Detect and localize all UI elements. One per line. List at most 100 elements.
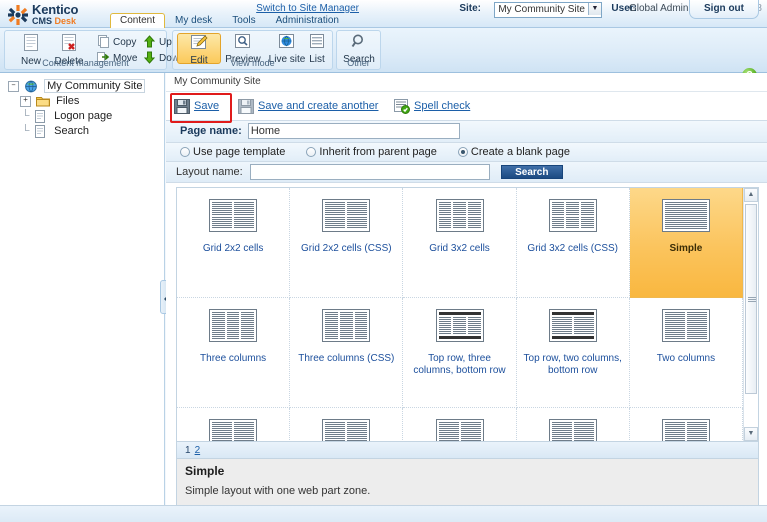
layout-item-label: Top row, two columns, bottom row (523, 353, 622, 376)
layout-thumbnail-simple (661, 199, 710, 232)
tree-node-label[interactable]: Files (56, 95, 79, 107)
tree-node-label[interactable]: My Community Site (44, 79, 146, 93)
tree-node-label[interactable]: Logon page (54, 110, 112, 122)
layout-item-three-columns-css[interactable]: Three columns (CSS) (290, 298, 404, 408)
pager-page-2[interactable]: 2 (195, 445, 201, 456)
layout-item-label: Grid 2x2 cells (202, 243, 264, 254)
ribbon-copy-label: Copy (113, 37, 137, 48)
chevron-down-icon[interactable]: ▼ (588, 3, 601, 15)
tree-node-logon-page[interactable]: └ Logon page (6, 109, 164, 124)
layout-item-partial[interactable] (290, 408, 404, 441)
page-name-row: Page name: (166, 121, 767, 143)
footer-strip (0, 505, 767, 522)
layout-description-panel: Simple Simple layout with one web part z… (176, 459, 759, 508)
scrollbar-grip-icon (748, 297, 756, 302)
tab-content[interactable]: Content (110, 13, 166, 29)
layout-item-label: Top row, three columns, bottom row (413, 353, 506, 376)
layout-search-row: Layout name: Search (166, 162, 767, 183)
content-tree: – My Community Site + Files └ Logon page (0, 73, 164, 139)
layout-item-partial[interactable] (630, 408, 743, 441)
tab-administration[interactable]: Administration (266, 13, 349, 29)
layout-grid-row (177, 408, 743, 441)
layout-grid-row: Three columns Three columns (CSS) Top ro… (177, 298, 743, 408)
ribbon-copy-button[interactable]: Copy (97, 35, 136, 48)
layout-grid-row: Grid 2x2 cells Grid 2x2 cells (CSS) Grid… (177, 188, 743, 298)
site-select[interactable]: My Community Site ▼ (494, 2, 602, 18)
scroll-up-icon[interactable]: ▲ (744, 188, 758, 202)
tree-node-search[interactable]: └ Search (6, 124, 164, 139)
layout-item-grid-3x2-cells[interactable]: Grid 3x2 cells (403, 188, 517, 298)
layout-thumbnail-three-col (209, 309, 258, 342)
save-and-create-another-button[interactable]: Save and create another (238, 97, 378, 115)
tab-my-desk[interactable]: My desk (165, 13, 222, 29)
tree-node-label[interactable]: Search (54, 125, 89, 137)
layout-description-text: Simple layout with one web part zone. (185, 485, 371, 497)
layout-item-top-two-bottom[interactable]: Top row, two columns, bottom row (516, 298, 630, 408)
tree-line-icon: └ (21, 110, 30, 123)
page-icon (34, 110, 48, 123)
page-name-input[interactable] (247, 123, 460, 140)
pager-page-1: 1 (185, 445, 191, 456)
globe-icon (24, 80, 38, 93)
layout-grid: Grid 2x2 cells Grid 2x2 cells (CSS) Grid… (176, 187, 759, 442)
radio-create-blank-page[interactable] (457, 147, 468, 158)
tree-node-my-community-site[interactable]: – My Community Site (6, 79, 164, 94)
save-button[interactable]: Save (174, 97, 219, 115)
layout-name-input[interactable] (249, 164, 490, 181)
layout-grid-scrollbar[interactable]: ▲ ▼ (743, 188, 758, 441)
ribbon-up-button[interactable]: Up (143, 35, 172, 48)
ribbon-group-other: Search Other (336, 30, 381, 70)
sign-out-button[interactable]: Sign out (689, 0, 759, 19)
page-icon (34, 125, 48, 138)
layout-description-title: Simple (185, 464, 225, 478)
layout-item-partial[interactable] (177, 408, 291, 441)
spell-check-button[interactable]: Spell check (394, 97, 470, 115)
layout-item-label: Grid 2x2 cells (CSS) (301, 243, 392, 254)
tab-tools[interactable]: Tools (222, 13, 265, 29)
ribbon-up-label: Up (159, 37, 172, 48)
layout-thumbnail-partial (435, 419, 484, 441)
ribbon-group-title-other: Other (347, 58, 370, 68)
radio-label-inherit-from-parent[interactable]: Inherit from parent page (319, 146, 436, 158)
layout-thumbnail-grid-2x2 (209, 199, 258, 232)
tree-expander-icon[interactable]: + (20, 96, 31, 107)
radio-label-use-page-template[interactable]: Use page template (193, 146, 285, 158)
save-copy-icon (238, 98, 254, 114)
layout-item-grid-3x2-cells-css[interactable]: Grid 3x2 cells (CSS) (516, 188, 630, 298)
layout-item-partial[interactable] (403, 408, 517, 441)
layout-search-button[interactable]: Search (500, 165, 563, 180)
content-pane: My Community Site Save Save and create a… (166, 73, 767, 522)
app-header: Kentico CMS Desk Content My desk Tools Admi… (0, 0, 767, 29)
switch-to-site-manager-link[interactable]: Switch to Site Manager (256, 3, 359, 14)
copy-icon (97, 35, 110, 48)
layout-item-three-columns[interactable]: Three columns (177, 298, 291, 408)
tree-line-icon: └ (21, 125, 30, 138)
ribbon-toolbar: New Delete Copy Move Up Down Content man… (0, 28, 767, 83)
tree-expander-icon[interactable]: – (8, 81, 19, 92)
layout-item-partial[interactable] (517, 408, 630, 441)
tree-node-files[interactable]: + Files (6, 94, 164, 109)
layout-item-grid-2x2-cells[interactable]: Grid 2x2 cells (177, 188, 291, 298)
radio-use-page-template[interactable] (180, 147, 190, 158)
layout-thumbnail-partial (322, 419, 371, 441)
layout-item-simple[interactable]: Simple (629, 188, 743, 298)
layout-item-label: Three columns (CSS) (298, 353, 395, 364)
layout-item-label: Grid 3x2 cells (CSS) (527, 243, 618, 254)
scroll-down-icon[interactable]: ▼ (744, 427, 758, 441)
list-icon (295, 33, 339, 53)
kentico-cms-desk-window: Kentico CMS Desk Content My desk Tools Admi… (0, 0, 767, 522)
content-tree-pane: – My Community Site + Files └ Logon page (0, 73, 165, 522)
site-label: Site: (459, 3, 481, 14)
ribbon-group-content-management: New Delete Copy Move Up Down Content man… (4, 30, 185, 70)
search-icon (337, 33, 381, 53)
layout-thumbnail-partial (209, 419, 258, 441)
layout-item-grid-2x2-cells-css[interactable]: Grid 2x2 cells (CSS) (290, 188, 404, 298)
layout-item-label: Three columns (200, 353, 267, 364)
layout-item-top-three-bottom[interactable]: Top row, three columns, bottom row (403, 298, 517, 408)
radio-label-create-blank-page[interactable]: Create a blank page (471, 146, 570, 158)
spell-check-label: Spell check (414, 100, 471, 113)
radio-inherit-from-parent[interactable] (306, 147, 317, 158)
layout-item-two-columns[interactable]: Two columns (629, 298, 743, 408)
ribbon-group-title-view-mode: View mode (230, 58, 275, 68)
scrollbar-thumb[interactable] (745, 204, 757, 394)
